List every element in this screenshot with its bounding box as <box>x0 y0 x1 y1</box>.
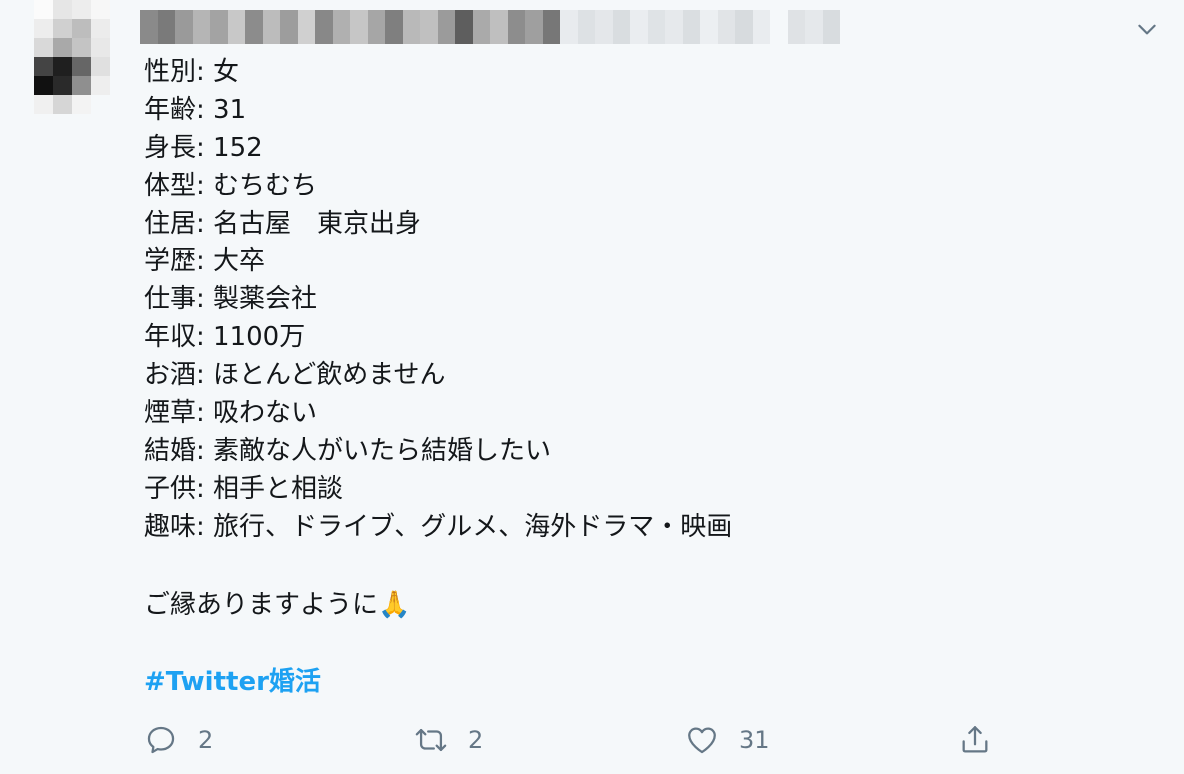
profile-line: 年収: 1100万 <box>144 322 306 353</box>
profile-line: 趣味: 旅行、ドライブ、グルメ、海外ドラマ・映画 <box>144 511 733 542</box>
share-button[interactable] <box>958 718 992 762</box>
profile-line: 身長: 152 <box>144 132 263 163</box>
retweet-count: 2 <box>468 726 484 754</box>
profile-line: 性別: 女 <box>144 57 240 87</box>
tweet-text: 性別: 女 年齢: 31 身長: 152 体型: むちむち 住居: 名古屋 東京… <box>144 54 1144 547</box>
profile-line: 仕事: 製薬会社 <box>144 284 318 315</box>
closing-line: ご縁ありますように🙏 <box>144 590 411 620</box>
avatar[interactable] <box>34 0 110 116</box>
profile-line: 体型: むちむち <box>144 170 318 201</box>
like-button[interactable]: 31 <box>685 718 770 762</box>
reply-icon <box>147 726 175 754</box>
hashtag-link[interactable]: #Twitter婚活 <box>144 662 321 702</box>
like-count: 31 <box>739 726 770 754</box>
profile-line: お酒: ほとんど飲めません <box>144 360 446 391</box>
profile-line: 住居: 名古屋 東京出身 <box>144 208 422 239</box>
heart-icon <box>688 727 716 754</box>
profile-line: 煙草: 吸わない <box>144 398 318 429</box>
retweet-icon <box>415 728 447 752</box>
reply-button[interactable]: 2 <box>144 718 213 762</box>
retweet-button[interactable]: 2 <box>414 718 483 762</box>
blurred-user-name[interactable] <box>140 10 840 44</box>
profile-line: 学歴: 大卒 <box>144 246 266 277</box>
share-icon <box>962 726 988 753</box>
profile-line: 結婚: 素敵な人がいたら結婚したい <box>144 435 552 466</box>
reply-count: 2 <box>198 726 214 754</box>
profile-line: 年齢: 31 <box>144 94 247 125</box>
tweet-actions: 2 2 31 <box>0 718 1184 762</box>
chevron-down-icon[interactable] <box>1134 16 1160 42</box>
profile-line: 子供: 相手と相談 <box>144 473 344 504</box>
